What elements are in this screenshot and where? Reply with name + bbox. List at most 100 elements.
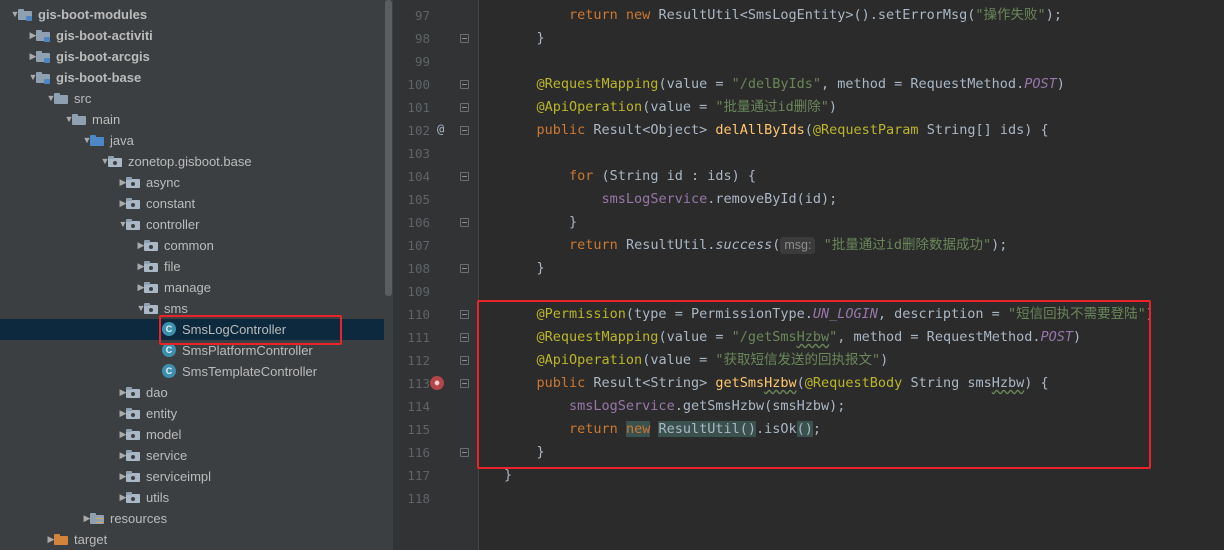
tree-item-sms[interactable]: ▼ sms — [0, 298, 384, 319]
line-number: 102 — [407, 123, 430, 138]
code-token: } — [504, 260, 545, 276]
tree-item-label: gis-boot-activiti — [56, 28, 153, 43]
tree-item-label: java — [110, 133, 134, 148]
code-line[interactable]: return ResultUtil.success(msg: "批量通过id删除… — [504, 234, 1007, 257]
tree-item-smsplatformcontroller[interactable]: C SmsPlatformController — [0, 340, 384, 361]
fold-toggle-icon[interactable] — [460, 264, 469, 273]
code-line[interactable]: @RequestMapping(value = "/getSmsHzbw", m… — [504, 326, 1082, 349]
tree-item-manage[interactable]: ▶ manage — [0, 277, 384, 298]
tree-item-label: constant — [146, 196, 196, 211]
code-token: @Permission — [536, 306, 626, 322]
tree-item-gis-boot-activiti[interactable]: ▶ gis-boot-activiti — [0, 25, 384, 46]
tree-item-smstemplatecontroller[interactable]: C SmsTemplateController — [0, 361, 384, 382]
gutter-separator — [478, 0, 479, 550]
code-token: } — [504, 214, 578, 230]
tree-item-serviceimpl[interactable]: ▶ serviceimpl — [0, 466, 384, 487]
breakpoint-marker-icon[interactable]: ● — [430, 376, 444, 390]
fold-toggle-icon[interactable] — [460, 379, 469, 388]
tree-item-label: manage — [164, 280, 211, 295]
tree-item-gis-boot-modules[interactable]: ▼ gis-boot-modules — [0, 4, 384, 25]
code-token: ) — [1056, 76, 1065, 92]
package-icon — [126, 470, 141, 483]
code-editor[interactable]: 97 98 99 100 101 102 @103 104 105 106 107 108 109 110… — [393, 0, 1224, 550]
code-line[interactable]: } — [504, 441, 545, 464]
code-token: ) — [1073, 329, 1082, 345]
override-marker-icon[interactable]: @ — [437, 122, 444, 136]
code-line[interactable]: } — [504, 464, 512, 487]
tree-item-dao[interactable]: ▶ dao — [0, 382, 384, 403]
code-token: @ApiOperation — [536, 352, 643, 368]
code-line[interactable]: return new ResultUtil<SmsLogEntity>().se… — [504, 4, 1062, 27]
tree-item-label: file — [164, 259, 181, 274]
code-token: String[] ids) { — [926, 122, 1049, 138]
tree-item-label: common — [164, 238, 214, 253]
code-token: ) — [828, 99, 837, 115]
tree-item-label: model — [146, 427, 182, 442]
fold-toggle-icon[interactable] — [460, 218, 469, 227]
tree-item-main[interactable]: ▼ main — [0, 109, 384, 130]
code-line[interactable]: for (String id : ids) { — [504, 165, 756, 188]
code-token: @RequestMapping — [536, 329, 659, 345]
tree-item-target[interactable]: ▶ target — [0, 529, 384, 550]
tree-item-controller[interactable]: ▼ controller — [0, 214, 384, 235]
tree-item-gis-boot-base[interactable]: ▼ gis-boot-base — [0, 67, 384, 88]
fold-toggle-icon[interactable] — [460, 333, 469, 342]
tree-item-src[interactable]: ▼ src — [0, 88, 384, 109]
code-line[interactable]: } — [504, 211, 577, 234]
code-line[interactable]: public Result<Object> delAllByIds(@Reque… — [504, 119, 1049, 142]
code-token: @RequestBody — [804, 375, 911, 391]
package-icon — [144, 302, 159, 315]
fold-toggle-icon[interactable] — [460, 172, 469, 181]
fold-toggle-icon[interactable] — [460, 448, 469, 457]
code-line[interactable]: public Result<String> getSmsHzbw(@Reques… — [504, 372, 1049, 395]
code-line[interactable]: } — [504, 27, 545, 50]
target-folder-icon — [54, 533, 69, 546]
code-line[interactable]: @RequestMapping(value = "/delByIds", met… — [504, 73, 1065, 96]
fold-toggle-icon[interactable] — [460, 103, 469, 112]
tree-item-model[interactable]: ▶ model — [0, 424, 384, 445]
package-icon — [126, 449, 141, 462]
code-line[interactable]: smsLogService.getSmsHzbw(smsHzbw); — [504, 395, 845, 418]
code-token: success — [715, 237, 773, 253]
code-token: "/getSms — [731, 329, 797, 345]
editor-gutter: 97 98 99 100 101 102 @103 104 105 106 107 108 109 110… — [393, 0, 478, 550]
tree-item-service[interactable]: ▶ service — [0, 445, 384, 466]
fold-toggle-icon[interactable] — [460, 34, 469, 43]
code-line[interactable]: } — [504, 257, 545, 280]
fold-toggle-icon[interactable] — [460, 356, 469, 365]
tree-item-zonetop-gisboot-base[interactable]: ▼ zonetop.gisboot.base — [0, 151, 384, 172]
code-line[interactable]: smsLogService.removeById(id); — [504, 188, 838, 211]
code-token: "操作失败" — [975, 7, 1046, 23]
tree-item-gis-boot-arcgis[interactable]: ▶ gis-boot-arcgis — [0, 46, 384, 67]
tree-item-smslogcontroller[interactable]: C SmsLogController — [0, 319, 384, 340]
code-line[interactable]: @Permission(type = PermissionType.UN_LOG… — [504, 303, 1154, 326]
tree-item-common[interactable]: ▶ common — [0, 235, 384, 256]
fold-toggle-icon[interactable] — [460, 310, 469, 319]
code-line[interactable]: return new ResultUtil().isOk(); — [504, 418, 821, 441]
tree-item-resources[interactable]: ▶ resources — [0, 508, 384, 529]
tree-item-entity[interactable]: ▶ entity — [0, 403, 384, 424]
tree-scrollbar[interactable] — [384, 0, 393, 550]
tree-item-java[interactable]: ▼ java — [0, 130, 384, 151]
code-token: ( — [772, 237, 781, 253]
tree-item-label: service — [146, 448, 188, 463]
tree-item-file[interactable]: ▶ file — [0, 256, 384, 277]
fold-toggle-icon[interactable] — [460, 80, 469, 89]
code-token: ); — [991, 237, 1008, 253]
tree-item-utils[interactable]: ▶ utils — [0, 487, 384, 508]
folder-icon — [72, 113, 87, 126]
tree-scrollbar-thumb[interactable] — [385, 0, 392, 296]
tree-item-constant[interactable]: ▶ constant — [0, 193, 384, 214]
tree-item-async[interactable]: ▶ async — [0, 172, 384, 193]
fold-toggle-icon[interactable] — [460, 126, 469, 135]
code-line[interactable]: @ApiOperation(value = "获取短信发送的回执报文") — [504, 349, 889, 372]
code-line[interactable]: @ApiOperation(value = "批量通过id删除") — [504, 96, 837, 119]
tree-item-label: entity — [146, 406, 178, 421]
